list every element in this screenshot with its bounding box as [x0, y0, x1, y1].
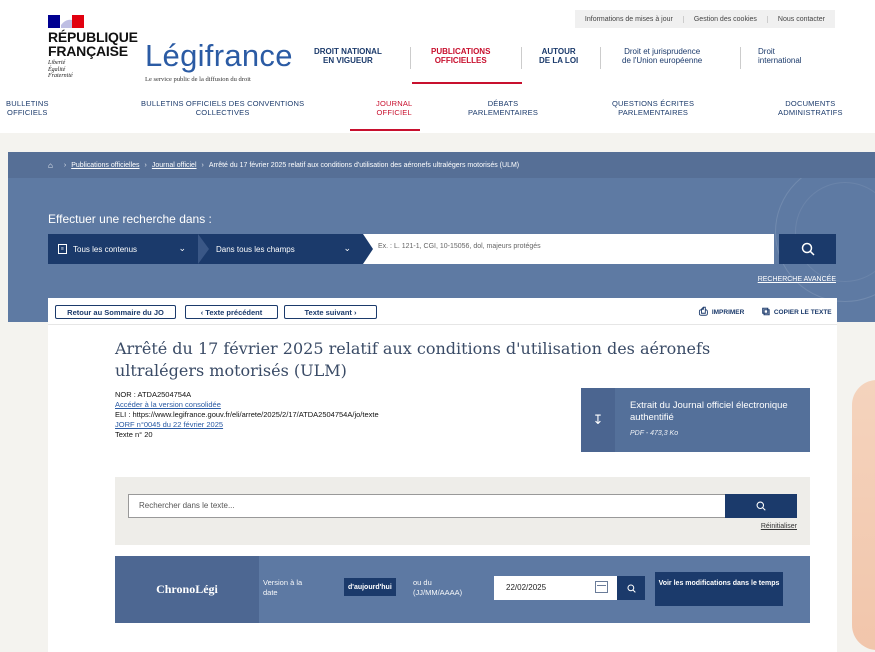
texte-number: Texte n° 20	[115, 430, 153, 439]
nav-droit-ue[interactable]: Droit et jurisprudence de l'Union europée…	[622, 47, 702, 65]
calendar-icon[interactable]	[595, 581, 608, 593]
decorative-background-shape	[852, 380, 875, 650]
nav-divider	[600, 47, 601, 69]
copy-icon: ⧉	[762, 306, 770, 318]
select-arrow	[363, 234, 373, 264]
scope-select[interactable]: ≡ Tous les contenus ⌄	[48, 234, 198, 264]
republique-motto: Liberté Égalité Fraternité	[48, 60, 73, 79]
chevron-down-icon: ⌄	[343, 243, 351, 253]
nav-divider	[740, 47, 741, 69]
subnav-questions-ecrites[interactable]: QUESTIONS ÉCRITES PARLEMENTAIRES	[612, 99, 694, 117]
republique-francaise-title: RÉPUBLIQUE FRANÇAISE	[48, 29, 138, 59]
select-divider	[198, 234, 209, 264]
subnav-bulletins-officiels[interactable]: BULLETINS OFFICIELS	[6, 99, 49, 117]
top-link-cookies[interactable]: Gestion des cookies	[682, 15, 767, 23]
date-search-button[interactable]	[617, 576, 645, 600]
download-extract-button[interactable]: ↧ Extrait du Journal officiel électroniq…	[581, 388, 810, 452]
document-metadata: NOR : ATDA2504754A Accéder à la version …	[115, 390, 379, 440]
next-text-button[interactable]: Texte suivant ›	[284, 305, 377, 319]
download-icon: ↧	[581, 388, 615, 452]
field-select-value: Dans tous les champs	[216, 244, 295, 254]
back-to-summary-button[interactable]: Retour au Sommaire du JO	[55, 305, 176, 319]
search-button[interactable]	[779, 234, 836, 264]
search-input[interactable]: Ex. : L. 121-1, CGI, 10-15056, dol, maje…	[378, 243, 541, 250]
nav-active-underline	[412, 82, 522, 84]
legifrance-logo[interactable]: Légifrance	[145, 38, 293, 74]
marianne-flag-icon	[48, 15, 84, 28]
printer-icon: ⎙	[699, 306, 708, 318]
in-text-search-input[interactable]: Rechercher dans le texte...	[128, 494, 726, 518]
nav-publications-officielles[interactable]: PUBLICATIONS OFFICIELLES	[431, 47, 490, 65]
subnav-journal-officiel[interactable]: JOURNAL OFFICIEL	[376, 99, 412, 117]
nav-autour-de-la-loi[interactable]: AUTOUR DE LA LOI	[539, 47, 578, 65]
subnav-active-underline	[350, 129, 420, 131]
chevron-down-icon: ⌄	[178, 243, 186, 253]
extract-file-info: PDF - 473,3 Ko	[630, 430, 679, 437]
view-modifications-button[interactable]: Voir les modifications dans le temps	[655, 572, 783, 606]
document-icon: ≡	[58, 244, 67, 254]
or-date-label: ou du (JJ/MM/AAAA)	[413, 578, 463, 597]
nav-divider	[521, 47, 522, 69]
jorf-link[interactable]: JORF n°0045 du 22 février 2025	[115, 420, 379, 430]
search-label: Effectuer une recherche dans :	[48, 212, 212, 226]
extract-title: Extrait du Journal officiel électronique…	[630, 400, 788, 423]
in-text-search-button[interactable]	[725, 494, 797, 518]
chronolegi-panel: ChronoLégi Version à la date d'aujourd'hu…	[115, 556, 810, 623]
breadcrumb: ⌂ › Publications officielles › Journal o…	[8, 152, 875, 178]
breadcrumb-journal-officiel[interactable]: Journal officiel	[152, 162, 197, 169]
today-version-button[interactable]: d'aujourd'hui	[344, 578, 396, 596]
consolidated-version-link[interactable]: Accéder à la version consolidée	[115, 400, 379, 410]
nav-droit-national[interactable]: DROIT NATIONAL EN VIGUEUR	[314, 47, 382, 65]
advanced-search-link[interactable]: RECHERCHE AVANCÉE	[758, 276, 836, 283]
eli-reference: ELI : https://www.legifrance.gouv.fr/eli…	[115, 410, 379, 419]
search-icon	[801, 242, 815, 256]
breadcrumb-publications[interactable]: Publications officielles	[71, 162, 139, 169]
document-title: Arrêté du 17 février 2025 relatif aux co…	[115, 339, 711, 380]
top-links-bar: Informations de mises à jour Gestion des…	[574, 10, 835, 28]
subnav-debats-parlementaires[interactable]: DÉBATS PARLEMENTAIRES	[468, 99, 538, 117]
nor-number: NOR : ATDA2504754A	[115, 390, 192, 399]
top-link-updates[interactable]: Informations de mises à jour	[575, 16, 683, 23]
top-link-contact[interactable]: Nous contacter	[766, 15, 835, 23]
subnav-conventions-collectives[interactable]: BULLETINS OFFICIELS DES CONVENTIONS COLLE…	[141, 99, 304, 117]
chronolegi-title: ChronoLégi	[115, 556, 259, 623]
scope-select-value: Tous les contenus	[73, 244, 138, 254]
field-select[interactable]: Dans tous les champs ⌄	[198, 234, 363, 264]
nav-droit-international[interactable]: Droit international	[758, 47, 802, 65]
document-toolbar: Retour au Sommaire du JO ‹ Texte précéde…	[48, 298, 837, 325]
in-text-search-panel: Rechercher dans le texte... Réinitialise…	[115, 477, 810, 545]
copy-text-button[interactable]: ⧉ COPIER LE TEXTE	[762, 306, 832, 319]
reset-link[interactable]: Réinitialiser	[761, 523, 797, 530]
subnav-documents-administratifs[interactable]: DOCUMENTS ADMINISTRATIFS	[778, 99, 843, 117]
legifrance-tagline: Le service public de la diffusion du dro…	[145, 76, 251, 83]
site-header: Informations de mises à jour Gestion des…	[0, 0, 875, 133]
search-icon	[626, 583, 636, 593]
print-button[interactable]: ⎙ IMPRIMER	[699, 306, 744, 319]
nav-divider	[410, 47, 411, 69]
version-label: Version à la date	[263, 578, 303, 597]
home-icon[interactable]: ⌂	[48, 161, 53, 170]
search-bar: ≡ Tous les contenus ⌄ Dans tous les cham…	[48, 234, 774, 264]
previous-text-button[interactable]: ‹ Texte précédent	[185, 305, 278, 319]
search-icon	[756, 501, 766, 511]
breadcrumb-current: Arrêté du 17 février 2025 relatif aux co…	[208, 161, 520, 169]
